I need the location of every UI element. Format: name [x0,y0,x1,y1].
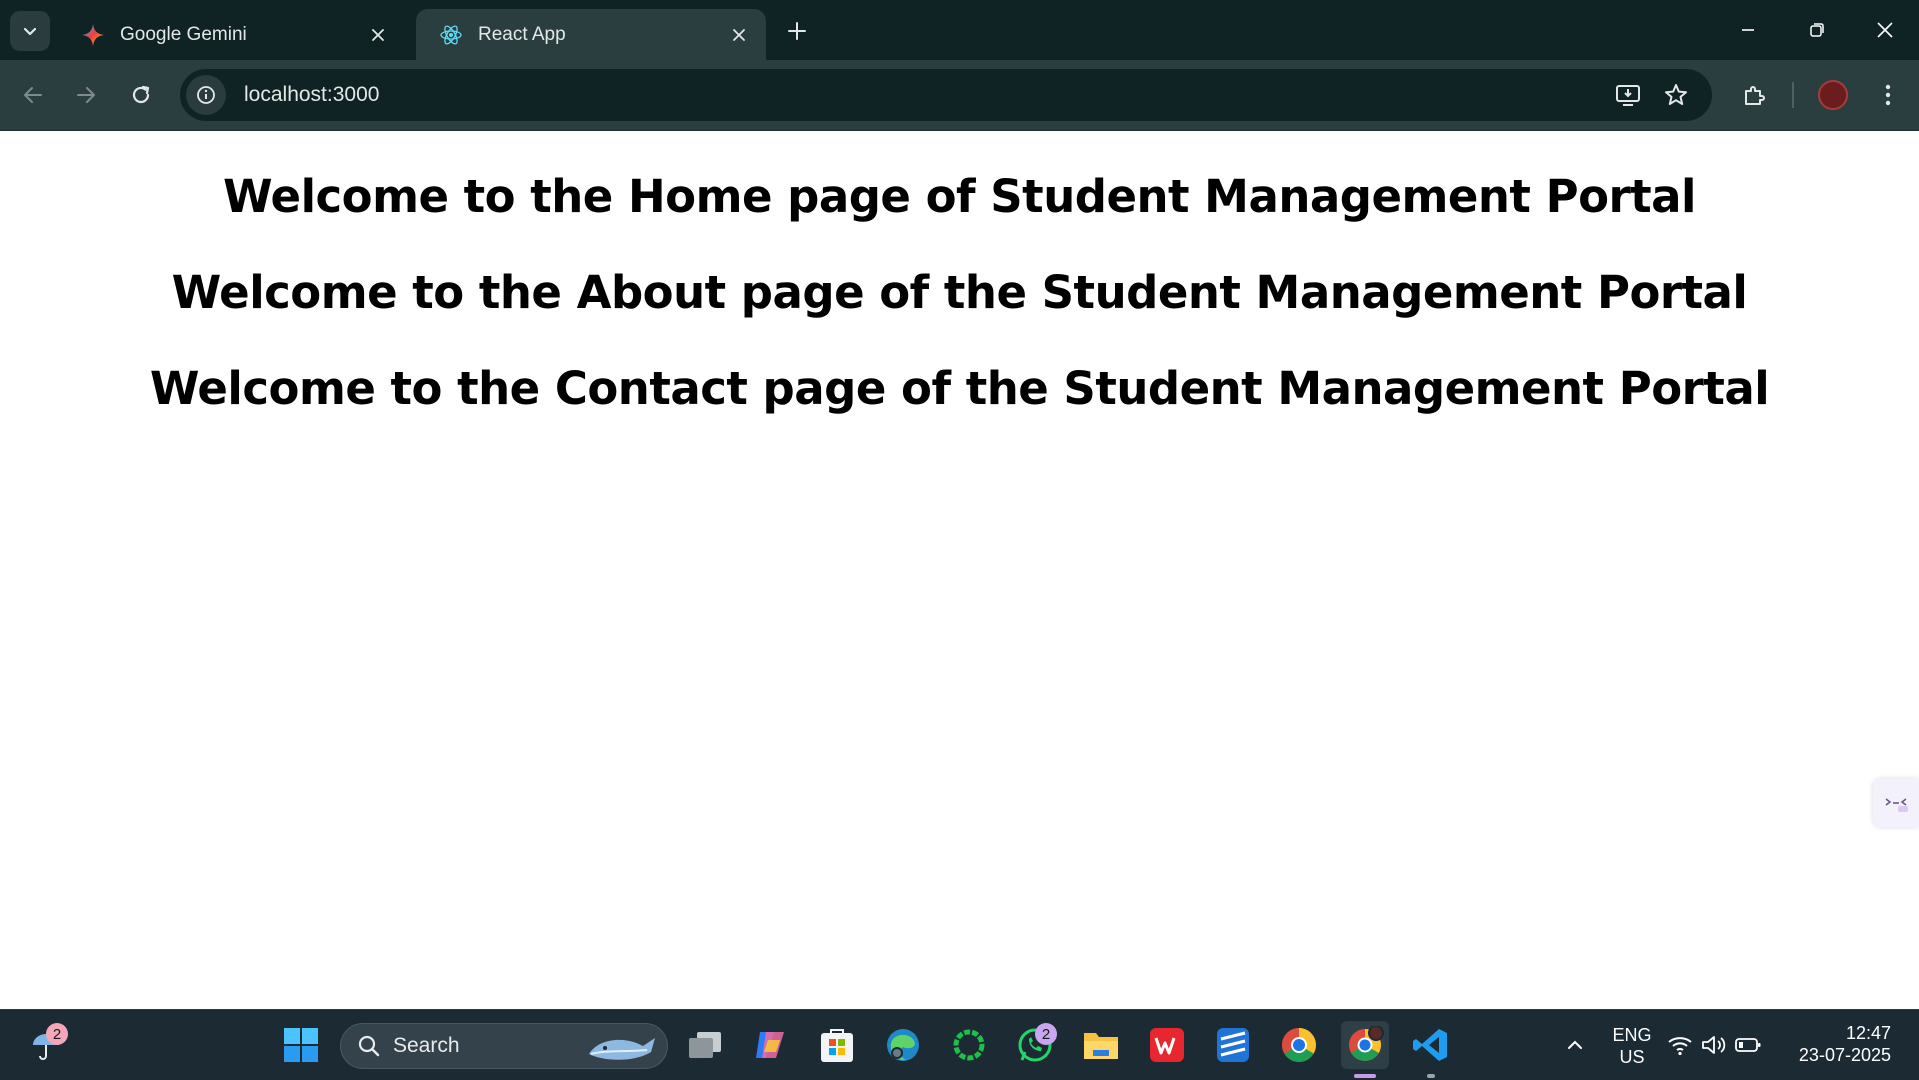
close-tab-icon[interactable] [365,22,391,48]
wps-office-icon [1150,1028,1184,1062]
notification-badge: 2 [1035,1023,1057,1045]
restore-icon [1810,23,1824,37]
page-content: Welcome to the Home page of Student Mana… [0,131,1919,1009]
chrome-icon [1282,1028,1316,1062]
task-view-button[interactable] [681,1021,729,1069]
chevron-down-icon [23,27,37,36]
bookmark-button[interactable] [1656,75,1696,115]
file-explorer-button[interactable] [1077,1021,1125,1069]
volume-icon [1702,1036,1726,1054]
react-icon [438,22,464,48]
address-bar[interactable]: localhost:3000 [180,69,1712,121]
copilot-button[interactable] [746,1021,794,1069]
toolbar-divider [1792,82,1794,108]
quick-settings-button[interactable] [1664,1021,1764,1069]
url-text: localhost:3000 [244,83,380,106]
microsoft-store-button[interactable] [813,1021,861,1069]
app-blue-button[interactable] [1209,1021,1257,1069]
search-label: Search [393,1034,460,1057]
more-vert-icon [1885,84,1891,106]
assistant-icon [1885,798,1908,812]
chrome-profile-button[interactable] [1341,1021,1389,1069]
clock-date: 23-07-2025 [1798,1045,1891,1065]
edge-icon [887,1029,919,1061]
open-app-indicator [1427,1074,1435,1078]
app-blue-icon [1217,1028,1249,1062]
side-panel-widget[interactable] [1873,779,1919,827]
active-app-indicator [1354,1074,1376,1078]
plus-icon [788,22,806,40]
tab-search-button[interactable] [10,11,50,51]
gemini-icon [80,22,106,48]
avatar [1818,80,1848,110]
tab-google-gemini[interactable]: Google Gemini [58,9,405,60]
copilot-icon [756,1032,784,1058]
menu-button[interactable] [1868,75,1908,115]
about-heading: Welcome to the About page of the Student… [171,266,1748,319]
tab-react-app[interactable]: React App [416,9,766,60]
close-icon [1877,22,1893,38]
close-window-button[interactable] [1855,10,1915,50]
close-tab-icon[interactable] [726,22,752,48]
arrow-right-icon [77,87,95,103]
windows-logo-icon [284,1028,318,1062]
wps-office-button[interactable] [1143,1021,1191,1069]
start-button[interactable] [277,1021,325,1069]
file-explorer-icon [1084,1033,1118,1059]
new-tab-button[interactable] [780,14,814,48]
notification-badge: 2 [46,1023,68,1045]
browser-tab-strip: Google Gemini React App [0,0,1919,60]
back-button[interactable] [13,75,53,115]
windows-taskbar: 2 Search 2 ENG US 12:47 23-07-2025 [0,1009,1919,1080]
weather-widget[interactable]: 2 [22,1021,70,1069]
install-app-button[interactable] [1608,75,1648,115]
star-icon [1665,84,1687,105]
chevron-up-icon [1568,1040,1582,1049]
language-indicator[interactable]: ENG US [1604,1024,1660,1068]
site-info-button[interactable] [186,75,226,115]
clock-time: 12:47 [1845,1023,1891,1043]
browser-toolbar: localhost:3000 [0,60,1919,131]
chrome-button[interactable] [1275,1021,1323,1069]
forward-button[interactable] [66,75,106,115]
edge-button[interactable] [879,1021,927,1069]
contact-heading: Welcome to the Contact page of the Stude… [149,362,1770,415]
tab-title: React App [478,23,566,45]
chrome-profile-icon [1349,1026,1384,1061]
battery-icon [1735,1038,1761,1052]
install-icon [1616,85,1640,106]
minimize-icon [1742,29,1754,31]
arrow-left-icon [24,87,42,103]
restore-button[interactable] [1787,10,1847,50]
minimize-button[interactable] [1718,10,1778,50]
clock[interactable]: 12:47 23-07-2025 [1799,1022,1891,1066]
language-code: ENG [1612,1025,1652,1045]
home-heading: Welcome to the Home page of Student Mana… [223,170,1696,223]
profile-button[interactable] [1813,75,1853,115]
app-ring-icon [953,1029,985,1061]
wifi-icon [1668,1037,1692,1056]
puzzle-icon [1745,86,1765,105]
show-hidden-icons-button[interactable] [1551,1021,1599,1069]
whatsapp-button[interactable]: 2 [1011,1021,1059,1069]
info-icon [197,86,215,104]
vscode-icon [1413,1029,1447,1061]
reload-button[interactable] [121,75,161,115]
taskbar-search[interactable]: Search [340,1023,668,1069]
task-view-icon [689,1032,721,1058]
tab-title: Google Gemini [120,23,247,45]
reload-icon [132,85,150,104]
microsoft-store-icon [821,1029,853,1062]
search-icon [358,1035,380,1057]
vscode-button[interactable] [1407,1021,1455,1069]
search-highlight-icon [589,1038,655,1060]
extensions-button[interactable] [1734,75,1774,115]
app-ring-button[interactable] [945,1021,993,1069]
keyboard-layout: US [1619,1047,1645,1067]
